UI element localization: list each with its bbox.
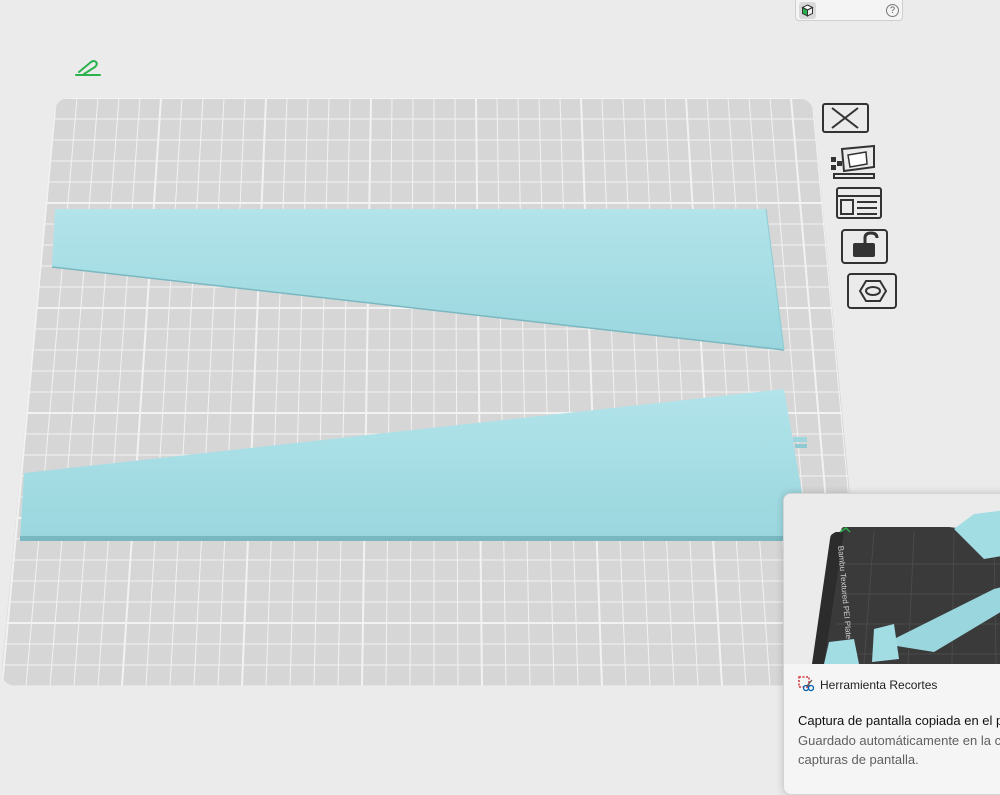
edit-icon[interactable] [74,58,102,78]
lock-icon[interactable] [839,227,891,267]
auto-orient-icon[interactable] [826,143,878,183]
notification-app-name: Herramienta Recortes [820,678,938,692]
help-icon[interactable]: ? [886,4,899,17]
close-icon[interactable] [820,100,872,140]
notification-body-line: capturas de pantalla. [798,752,919,767]
hexagon-nut-icon[interactable] [846,271,898,311]
cube-view-icon[interactable] [799,2,816,19]
view-widget: ? [795,0,903,21]
snipping-tool-icon [798,676,814,692]
3d-viewport[interactable]: ? Bambu Textured PEI Plate Herramienta R… [0,0,1000,795]
notification-body: Guardado automáticamente en la c captura… [798,731,1000,769]
arrange-icon[interactable] [832,184,884,224]
notification-title: Captura de pantalla copiada en el p [798,713,1000,728]
snip-notification[interactable]: Bambu Textured PEI Plate Herramienta Rec… [783,493,1000,795]
screenshot-preview[interactable]: Bambu Textured PEI Plate [784,494,1000,664]
notification-body-line: Guardado automáticamente en la c [798,733,1000,748]
